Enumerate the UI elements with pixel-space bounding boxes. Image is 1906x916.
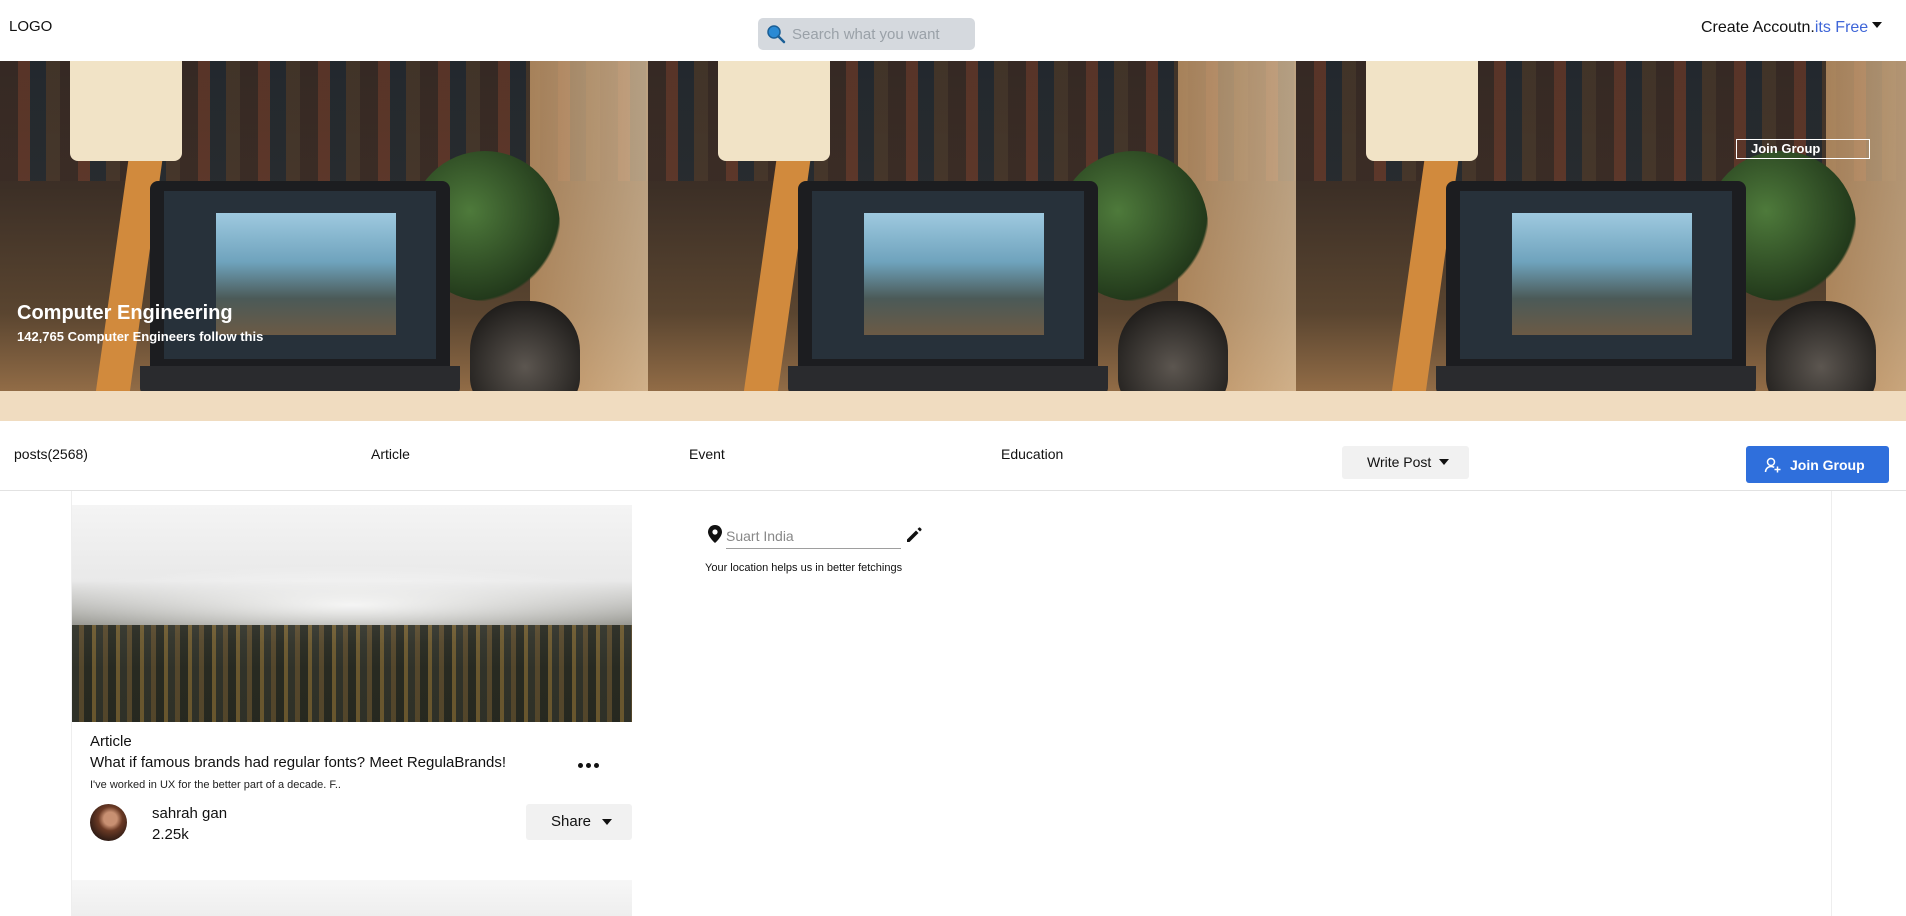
- tab-event[interactable]: Event: [689, 446, 725, 462]
- author-name[interactable]: sahrah gan: [152, 805, 227, 822]
- search-bar[interactable]: [758, 18, 975, 50]
- post-card: Article What if famous brands had regula…: [72, 505, 632, 850]
- write-post-dropdown[interactable]: Write Post: [1342, 446, 1469, 479]
- top-header: LOGO Create Accoutn.its Free: [0, 0, 1906, 61]
- share-label: Share: [551, 813, 592, 830]
- banner-join-group-button[interactable]: Join Group: [1736, 139, 1870, 159]
- chevron-down-icon: [602, 819, 612, 825]
- post-title[interactable]: What if famous brands had regular fonts?…: [90, 754, 506, 771]
- post-excerpt: I've worked in UX for the better part of…: [90, 779, 341, 791]
- location-hint: Your location helps us in better fetchin…: [705, 562, 903, 574]
- group-follower-count: 142,765 Computer Engineers follow this: [17, 329, 264, 344]
- banner-image: [1296, 61, 1906, 421]
- group-nav: posts(2568) Article Event Education Writ…: [0, 421, 1906, 491]
- location-input[interactable]: [726, 523, 901, 549]
- ellipsis-icon[interactable]: [578, 757, 602, 773]
- group-banner: Computer Engineering 142,765 Computer En…: [0, 61, 1906, 421]
- share-dropdown[interactable]: Share: [526, 804, 632, 840]
- post-image[interactable]: [72, 505, 632, 722]
- search-input[interactable]: [792, 25, 972, 43]
- logo[interactable]: LOGO: [9, 18, 52, 35]
- tab-education[interactable]: Education: [1001, 446, 1063, 462]
- author-followers: 2.25k: [152, 826, 189, 843]
- create-account-link[interactable]: Create Accoutn.its Free: [1701, 19, 1883, 37]
- location-pin-icon: [708, 525, 722, 543]
- write-post-label: Write Post: [1367, 454, 1432, 470]
- search-icon: [767, 25, 786, 44]
- tab-posts[interactable]: posts(2568): [14, 446, 88, 462]
- location-widget: [708, 523, 924, 549]
- add-user-icon: [1764, 457, 1781, 472]
- its-free-text: its Free: [1814, 19, 1869, 36]
- chevron-down-icon[interactable]: [1872, 22, 1883, 28]
- group-title: Computer Engineering: [17, 302, 233, 324]
- pencil-icon[interactable]: [904, 525, 924, 545]
- join-group-label: Join Group: [1790, 456, 1865, 473]
- banner-image: [0, 61, 648, 421]
- chevron-down-icon: [1439, 459, 1449, 465]
- banner-image: [648, 61, 1296, 421]
- join-group-button[interactable]: Join Group: [1746, 446, 1889, 483]
- post-card-image-partial[interactable]: [72, 880, 632, 916]
- tab-article[interactable]: Article: [371, 446, 410, 462]
- post-type: Article: [90, 733, 132, 750]
- avatar[interactable]: [90, 804, 127, 841]
- create-account-text: Create Accoutn.: [1701, 19, 1815, 36]
